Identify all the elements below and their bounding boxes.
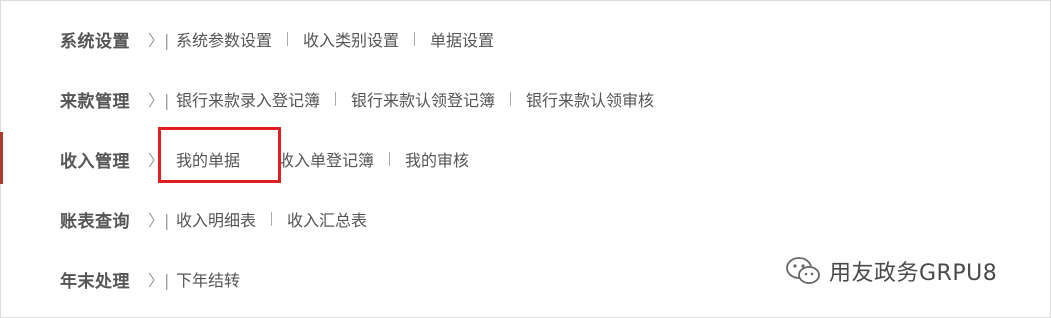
- divider: [414, 32, 416, 46]
- menu-row-year-end: 年末处理 〉| 下年结转: [60, 264, 240, 294]
- chevron-right-icon: 〉|: [148, 211, 170, 230]
- watermark: 用友政务GRPU8: [785, 255, 997, 287]
- menu-item-income-category[interactable]: 收入类别设置: [303, 27, 399, 51]
- menu-item-income-register[interactable]: 收入单登记簿: [278, 147, 374, 171]
- menu-item-income-summary[interactable]: 收入汇总表: [287, 207, 367, 231]
- category-label: 收入管理: [60, 151, 130, 172]
- menu-item-my-documents[interactable]: 我的单据: [176, 147, 240, 171]
- wechat-icon: [786, 257, 820, 284]
- watermark-text: 用友政务GRPU8: [829, 261, 998, 286]
- divider: [389, 152, 391, 166]
- divider: [335, 92, 337, 106]
- category-label: 系统设置: [60, 31, 130, 52]
- chevron-right-icon: 〉|: [148, 91, 170, 110]
- menu-item-year-carryover[interactable]: 下年结转: [176, 267, 240, 291]
- chevron-right-icon: 〉: [148, 151, 165, 170]
- menu-item-my-review[interactable]: 我的审核: [405, 147, 469, 171]
- category-label: 账表查询: [60, 211, 130, 232]
- active-section-marker: [0, 132, 3, 184]
- category-label: 来款管理: [60, 91, 130, 112]
- chevron-right-icon: 〉|: [148, 31, 170, 50]
- menu-row-income-management: 收入管理 〉 我的单据 收入单登记簿 我的审核: [60, 144, 469, 174]
- menu-row-payment-management: 来款管理 〉| 银行来款录入登记簿 银行来款认领登记簿 银行来款认领审核: [60, 84, 654, 114]
- menu-item-document-settings[interactable]: 单据设置: [430, 27, 494, 51]
- menu-item-income-detail[interactable]: 收入明细表: [176, 207, 256, 231]
- menu-item-bank-claim-review[interactable]: 银行来款认领审核: [526, 87, 654, 111]
- divider: [287, 32, 289, 46]
- menu-item-bank-claim-register[interactable]: 银行来款认领登记簿: [351, 87, 495, 111]
- menu-row-report-query: 账表查询 〉| 收入明细表 收入汇总表: [60, 204, 367, 234]
- menu-item-bank-entry-register[interactable]: 银行来款录入登记簿: [176, 87, 320, 111]
- chevron-right-icon: 〉|: [148, 271, 170, 290]
- menu-row-system-settings: 系统设置 〉| 系统参数设置 收入类别设置 单据设置: [60, 24, 494, 54]
- divider: [271, 212, 273, 226]
- category-label: 年末处理: [60, 271, 130, 292]
- menu-item-system-params[interactable]: 系统参数设置: [176, 27, 272, 51]
- divider: [510, 92, 512, 106]
